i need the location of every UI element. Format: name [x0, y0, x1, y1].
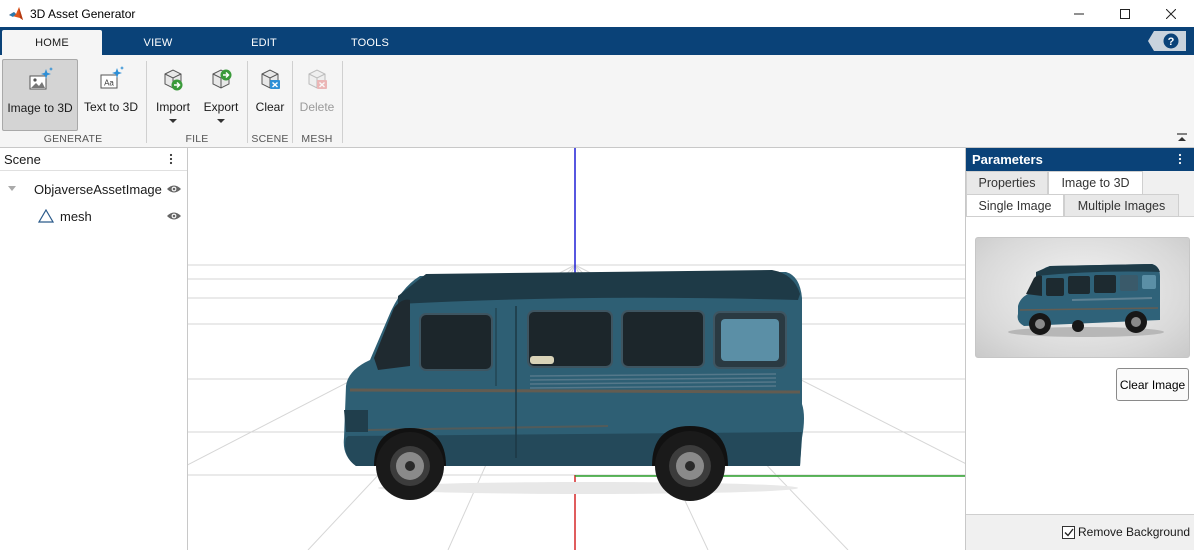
import-cube-icon: [164, 69, 183, 91]
tab-tools[interactable]: TOOLS: [340, 30, 400, 55]
export-cube-icon: [212, 69, 232, 89]
caret-down-icon[interactable]: [8, 186, 16, 192]
tab-view[interactable]: VIEW: [128, 30, 188, 55]
kebab-menu-icon[interactable]: [1178, 153, 1182, 165]
tab-home[interactable]: HOME: [2, 30, 102, 55]
tree-item-label: mesh: [60, 208, 92, 224]
clear-label: Clear: [255, 100, 285, 114]
remove-background-option[interactable]: Remove Background: [1062, 525, 1190, 539]
parameters-header: Parameters: [966, 148, 1194, 171]
scene-panel-title: Scene: [4, 151, 41, 167]
ribbon-tab-bar: HOME VIEW EDIT TOOLS ?: [0, 27, 1194, 55]
van-photo: [1008, 264, 1164, 337]
van-mesh-model[interactable]: [343, 270, 804, 501]
group-label-file: FILE: [185, 133, 209, 145]
tree-item-label: ObjaverseAssetImage: [34, 181, 162, 197]
viewport-canvas[interactable]: [188, 148, 965, 550]
delete-label: Delete: [299, 100, 335, 114]
group-label-generate: GENERATE: [43, 133, 103, 145]
scene-panel: Scene ObjaverseAssetImage mesh: [0, 148, 188, 550]
subtab-multiple-images[interactable]: Multiple Images: [1064, 194, 1179, 217]
scene-panel-header: Scene: [0, 148, 187, 171]
close-button[interactable]: [1148, 0, 1194, 27]
tab-properties[interactable]: Properties: [966, 171, 1048, 194]
window-title: 3D Asset Generator: [30, 6, 136, 21]
ribbon-toolstrip: Image to 3D Aa Text to 3D GENERATE Impor…: [0, 55, 1194, 148]
group-separator: [292, 61, 293, 143]
triangle-mesh-icon: [38, 209, 54, 223]
tab-edit[interactable]: EDIT: [234, 30, 294, 55]
subtab-single-image[interactable]: Single Image: [966, 194, 1064, 217]
tree-item-mesh[interactable]: mesh: [0, 204, 188, 228]
tree-item-asset[interactable]: ObjaverseAssetImage: [0, 177, 188, 201]
rear-wheel: [655, 431, 725, 501]
parameters-panel: Parameters Properties Image to 3D Single…: [965, 148, 1194, 550]
minimize-button[interactable]: [1056, 0, 1102, 27]
remove-background-label: Remove Background: [1078, 525, 1191, 539]
text-to-3d-label: Text to 3D: [83, 100, 139, 114]
svg-text:Aa: Aa: [104, 79, 114, 88]
group-separator: [247, 61, 248, 143]
image-to-3d-button[interactable]: Image to 3D: [2, 59, 78, 131]
group-separator: [146, 61, 147, 143]
tab-image-to-3d[interactable]: Image to 3D: [1048, 171, 1143, 194]
front-wheel: [376, 432, 444, 500]
group-label-mesh: MESH: [301, 133, 333, 145]
remove-background-checkbox[interactable]: [1062, 525, 1075, 539]
minimize-icon: [1074, 13, 1084, 14]
export-label: Export: [203, 100, 239, 114]
eye-visible-icon[interactable]: [166, 184, 182, 194]
maximize-icon: [1120, 8, 1130, 19]
image-sparkle-icon: [29, 67, 53, 90]
delete-mesh-icon: [308, 69, 327, 89]
caret-down-icon: [217, 119, 225, 123]
text-to-3d-button[interactable]: Aa Text to 3D: [80, 59, 142, 131]
clear-button[interactable]: Clear: [251, 59, 289, 131]
delete-button[interactable]: Delete: [296, 59, 338, 131]
single-image-body: Clear Image: [966, 216, 1194, 515]
svg-text:?: ?: [1168, 36, 1175, 48]
import-label: Import: [155, 100, 190, 114]
eye-visible-icon[interactable]: [166, 211, 182, 221]
group-label-scene: SCENE: [251, 133, 289, 145]
title-bar: 3D Asset Generator: [0, 0, 1194, 27]
group-separator: [342, 61, 343, 143]
clear-scene-icon: [261, 69, 280, 89]
export-button[interactable]: Export: [198, 59, 244, 131]
kebab-menu-icon[interactable]: [169, 153, 173, 165]
maximize-button[interactable]: [1102, 0, 1148, 27]
parameters-title: Parameters: [972, 152, 1043, 167]
collapse-ribbon-icon[interactable]: [1176, 133, 1188, 143]
matlab-logo-icon: [9, 6, 23, 20]
close-icon: [1166, 8, 1176, 19]
3d-viewport[interactable]: [188, 148, 965, 550]
checkmark-icon: [1064, 528, 1074, 537]
clear-image-button[interactable]: Clear Image: [1116, 368, 1189, 401]
help-button[interactable]: ?: [1148, 31, 1186, 51]
import-button[interactable]: Import: [150, 59, 196, 131]
image-to-3d-label: Image to 3D: [7, 101, 73, 115]
text-sparkle-icon: Aa: [100, 66, 124, 89]
caret-down-icon: [169, 119, 177, 123]
input-image-thumbnail: [975, 237, 1190, 358]
